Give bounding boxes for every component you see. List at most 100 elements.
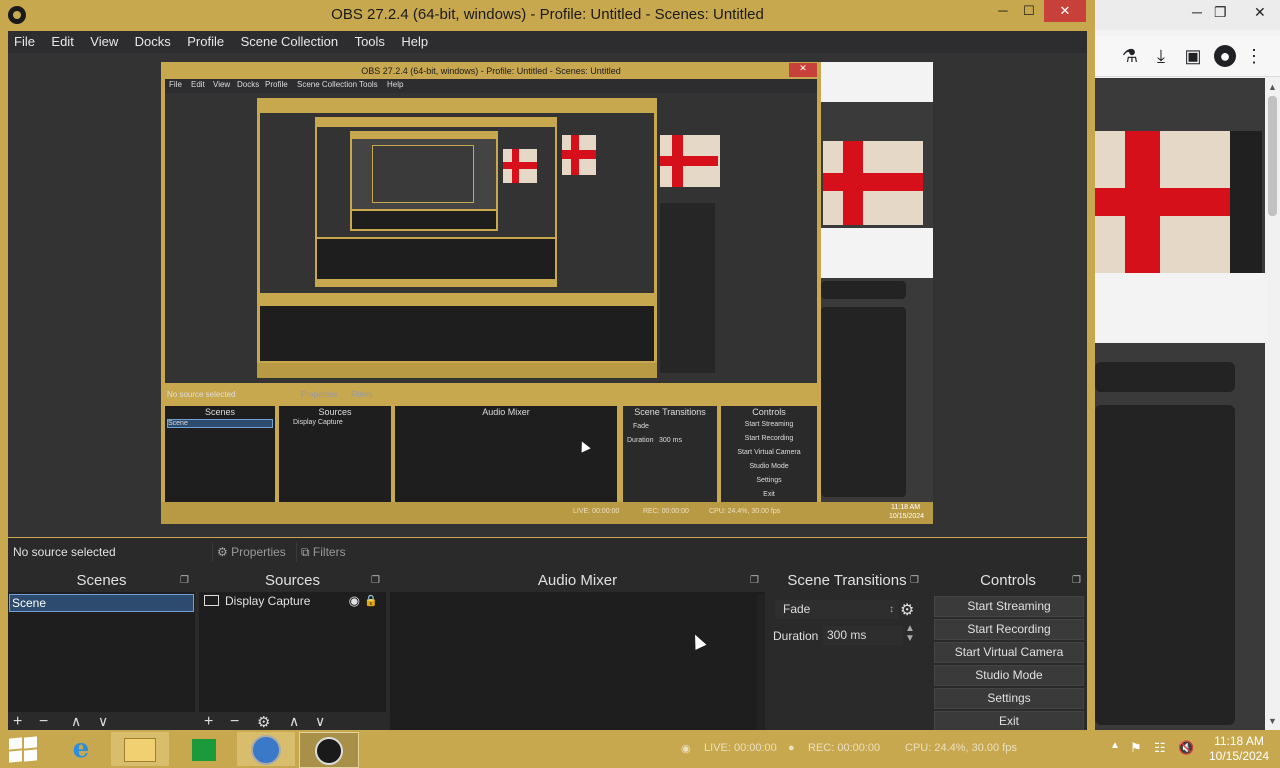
nested-scenes-dock: Scenes Scene	[165, 406, 275, 502]
lab-icon[interactable]: ⚗	[1119, 45, 1141, 67]
add-source-icon[interactable]: +	[204, 713, 213, 731]
menu-profile[interactable]: Profile	[181, 31, 230, 52]
filters-button[interactable]: ⧉ Filters	[296, 542, 367, 562]
properties-button[interactable]: ⚙ Properties	[212, 542, 301, 562]
scenes-float-icon[interactable]: ❐	[180, 575, 189, 586]
audio-mixer-float-icon[interactable]: ❐	[750, 575, 759, 586]
menu-scene-collection[interactable]: Scene Collection	[235, 31, 345, 52]
menu-edit[interactable]: Edit	[45, 31, 79, 52]
nested-live-status: LIVE: 00:00:00	[573, 508, 620, 515]
browser-scrollbar[interactable]: ▲ ▼	[1265, 78, 1280, 730]
internet-explorer-icon[interactable]: e	[52, 732, 110, 766]
monitor-icon	[204, 595, 219, 606]
scene-transitions-dock: Scene Transitions ❐ Fade ↕ ⚙ Duration 30…	[769, 572, 925, 734]
windows-taskbar: e ◉ LIVE: 00:00:00 ● REC: 00:00:00 CPU: …	[0, 730, 1280, 768]
browser-toolbar: ⚗ ⤓ ▣ ● ⋮	[1095, 36, 1280, 77]
source-properties-gear-icon[interactable]: ⚙	[257, 713, 270, 731]
nested-menu-help: Help	[387, 80, 404, 89]
menu-icon[interactable]: ⋮	[1243, 45, 1265, 67]
nested-obs-window-3	[315, 117, 557, 287]
nested-audio-title: Audio Mixer	[482, 407, 530, 417]
exit-button[interactable]: Exit	[934, 711, 1084, 732]
download-icon[interactable]: ⤓	[1150, 45, 1172, 67]
sources-float-icon[interactable]: ❐	[371, 575, 380, 586]
minimize-button[interactable]: ─	[990, 0, 1016, 22]
nested-browser-pill	[821, 281, 906, 299]
add-scene-icon[interactable]: +	[13, 713, 22, 731]
nested-exit: Exit	[763, 491, 775, 498]
sidebar-icon[interactable]: ▣	[1182, 45, 1204, 67]
obs-taskbar-icon[interactable]	[299, 732, 359, 768]
nested-docks-4	[352, 211, 496, 229]
remove-scene-icon[interactable]: −	[39, 713, 48, 731]
taskbar-clock[interactable]: 11:18 AM 10/15/2024	[1204, 734, 1274, 764]
nested-properties-label: Properties	[301, 390, 338, 399]
nested-taskbar: LIVE: 00:00:00 REC: 00:00:00 CPU: 24.4%,…	[161, 502, 821, 524]
duration-input[interactable]: 300 ms	[823, 626, 903, 645]
close-button[interactable]: ✕	[1044, 0, 1086, 22]
audio-mixer-title: Audio Mixer	[537, 572, 618, 589]
scroll-down-icon[interactable]: ▼	[1268, 716, 1277, 726]
volume-muted-icon[interactable]: 🔇	[1178, 740, 1194, 756]
sources-dock-header: Sources ❐	[199, 572, 386, 592]
nested-sources-title: Sources	[318, 407, 352, 417]
menu-tools[interactable]: Tools	[349, 31, 391, 52]
browser-minimize-icon[interactable]: ─	[1192, 4, 1202, 20]
nested-browser: 11:18 AM 10/15/2024	[821, 62, 933, 524]
menu-view[interactable]: View	[84, 31, 124, 52]
audio-mixer-scrollbar[interactable]	[757, 594, 765, 740]
move-source-down-icon[interactable]: ∨	[315, 713, 325, 730]
tray-overflow-icon[interactable]: ▲	[1110, 740, 1120, 751]
live-status: LIVE: 00:00:00	[704, 742, 777, 754]
nested-menu-tools: Tools	[359, 80, 378, 89]
settings-button[interactable]: Settings	[934, 688, 1084, 709]
nested-menu-profile: Profile	[265, 80, 288, 89]
preview-canvas[interactable]: OBS 27.2.4 (64-bit, windows) - Profile: …	[8, 53, 1087, 537]
move-source-up-icon[interactable]: ∧	[289, 713, 299, 730]
browser-close-icon[interactable]: ✕	[1254, 4, 1266, 21]
controls-float-icon[interactable]: ❐	[1072, 575, 1081, 586]
browser-flag-image	[1095, 131, 1262, 273]
network-icon[interactable]: ☷	[1154, 740, 1166, 756]
scene-transitions-header: Scene Transitions ❐	[769, 572, 925, 592]
scroll-thumb[interactable]	[1268, 96, 1277, 216]
nested-transition-value: Fade	[633, 423, 649, 430]
start-virtual-camera-button[interactable]: Start Virtual Camera	[934, 642, 1084, 663]
visibility-eye-icon[interactable]: ◉	[349, 592, 360, 610]
menu-file[interactable]: File	[8, 31, 41, 52]
nested-browser-light	[821, 228, 933, 278]
move-scene-down-icon[interactable]: ∨	[98, 713, 108, 730]
file-explorer-icon[interactable]	[111, 732, 169, 766]
studio-mode-button[interactable]: Studio Mode	[934, 665, 1084, 686]
move-scene-up-icon[interactable]: ∧	[71, 713, 81, 730]
scene-list-item[interactable]: Scene	[9, 594, 194, 612]
nested-cpu-status: CPU: 24.4%, 30.00 fps	[709, 508, 781, 515]
transitions-float-icon[interactable]: ❐	[910, 575, 919, 586]
source-list-item[interactable]: Display Capture ◉ 🔒	[199, 592, 386, 610]
start-streaming-button[interactable]: Start Streaming	[934, 596, 1084, 617]
transition-gear-icon[interactable]: ⚙	[900, 600, 914, 620]
lock-icon[interactable]: 🔒	[364, 592, 378, 610]
nested-preview-2	[260, 113, 654, 293]
store-icon[interactable]	[175, 732, 233, 766]
maximize-button[interactable]: ☐	[1016, 0, 1042, 22]
nested-browser-flag	[823, 141, 923, 225]
nested-scenes-title: Scenes	[204, 407, 236, 417]
window-title: OBS 27.2.4 (64-bit, windows) - Profile: …	[331, 6, 764, 23]
scroll-up-icon[interactable]: ▲	[1268, 82, 1277, 92]
duration-stepper-icon[interactable]: ▲ ▼	[905, 624, 915, 644]
browser-taskbar-icon[interactable]	[237, 732, 295, 766]
menu-help[interactable]: Help	[395, 31, 434, 52]
sources-dock-title: Sources	[264, 572, 321, 589]
transition-select[interactable]: Fade ↕	[775, 600, 898, 619]
remove-source-icon[interactable]: −	[230, 713, 239, 731]
nested-browser-taskbar: 11:18 AM 10/15/2024	[821, 502, 933, 524]
action-center-flag-icon[interactable]: ⚑	[1130, 740, 1142, 756]
windows-start-icon[interactable]	[9, 736, 37, 763]
menu-docks[interactable]: Docks	[129, 31, 177, 52]
browser-maximize-icon[interactable]: ❐	[1214, 4, 1227, 21]
profile-icon[interactable]: ●	[1214, 45, 1236, 67]
nested-duration-label: Duration	[627, 437, 654, 444]
start-recording-button[interactable]: Start Recording	[934, 619, 1084, 640]
clock-date: 10/15/2024	[1208, 749, 1270, 763]
